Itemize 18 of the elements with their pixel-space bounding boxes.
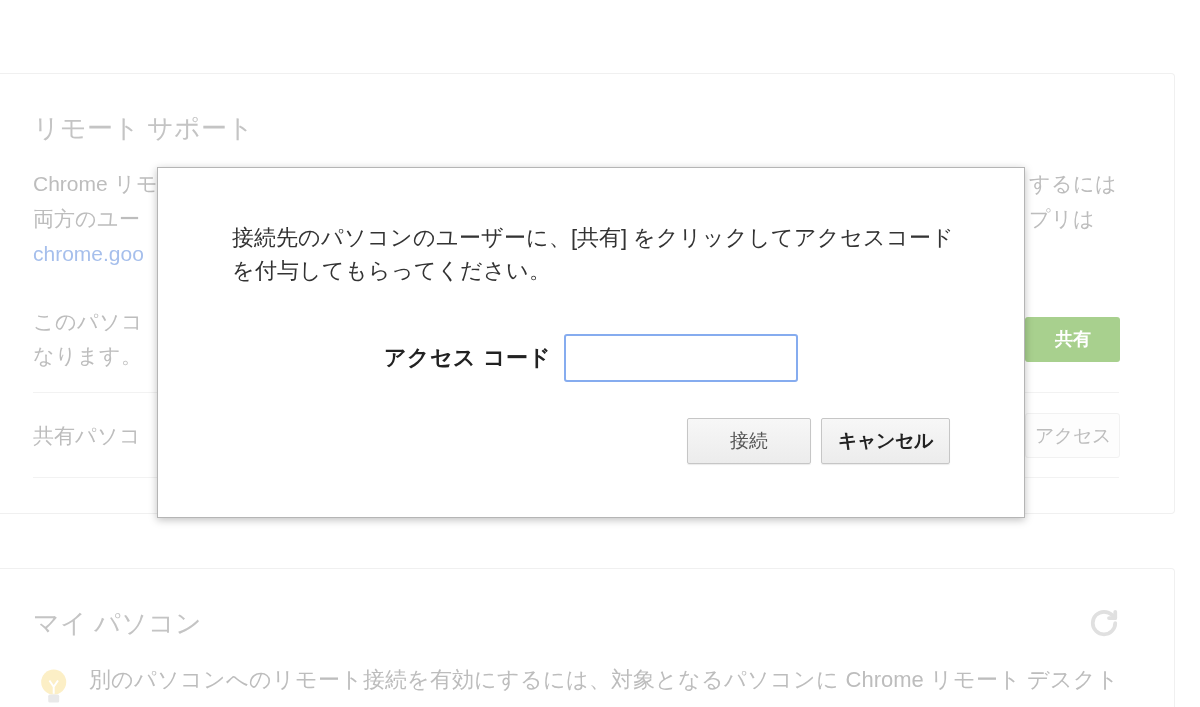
dialog-button[interactable]: キャンセル (821, 418, 950, 464)
dialog-message: 接続先のパソコンのユーザーに、[共有] をクリックしてアクセスコードを付与してもらってください。 (232, 224, 956, 285)
description-text: するには (1029, 171, 1118, 197)
description-text: プリは (1029, 206, 1096, 232)
description-text: このパソコ (33, 309, 144, 335)
section-label: 共有パソコ (33, 423, 142, 449)
notice-text: 別のパソコンへのリモート接続を有効にするには、対象となるパソコンに Chrome リモート デスクト (89, 666, 1119, 694)
share-button[interactable]: 共有 (1025, 316, 1120, 362)
refresh-icon[interactable] (1089, 608, 1119, 638)
web-link[interactable]: chrome.goo (33, 236, 157, 271)
description-text: なります。 (33, 343, 143, 369)
access-button[interactable]: アクセス (1025, 413, 1120, 458)
description-text: Chrome リモ (33, 171, 157, 197)
section-title: リモート サポート (33, 112, 256, 145)
access-code-field[interactable] (563, 334, 798, 382)
description-text: 両方のユー (33, 206, 141, 232)
field-label: アクセス コード (384, 344, 551, 372)
section-title: マイ パソコン (33, 607, 203, 640)
